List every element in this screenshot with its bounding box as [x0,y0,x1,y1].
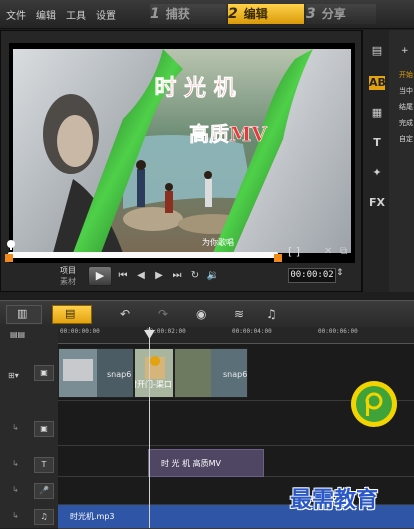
list-item[interactable]: 当中 [399,86,413,96]
voice-track-icon[interactable]: 🎤 [34,483,54,499]
ripple-edit-icon[interactable]: ⊞▾ [8,371,19,380]
playhead-marker[interactable] [144,330,155,339]
timeline-toolbar: ▥ ▤ ↶ ↷ ◉ ≋ ♫ [0,300,414,328]
timeline-ruler[interactable]: 00:00:00:00 00:00:02:00 00:00:04:00 00:0… [58,327,414,344]
step-label: 编辑 [243,7,268,21]
scrub-track[interactable] [8,252,278,258]
watermark-logo-icon [351,381,397,427]
clip-name: snap6 [107,370,132,379]
ruler-tick: 00:00:04:00 [232,328,272,335]
home-icon[interactable]: ⏮ [116,269,130,283]
timecode-stepper[interactable]: ⇕ [336,268,344,278]
library-panel: ▤ AB ▦ T ✦ FX 开始 当中 结尾 完成 自定 + [362,30,414,292]
repeat-icon[interactable]: ↻ [188,269,202,283]
auto-music-icon[interactable]: ♫ [266,307,277,321]
timecode-display[interactable]: 00:00:02 [288,268,336,283]
add-icon[interactable]: + [401,46,409,56]
step-edit-tab[interactable]: 2 编辑 [228,4,304,24]
list-item[interactable]: 完成 [399,118,413,128]
transition-icon[interactable]: AB [369,76,386,90]
menu-settings[interactable]: 设置 [96,7,116,22]
next-frame-icon[interactable]: ▶ [152,269,166,283]
fx-icon[interactable]: FX [369,196,385,210]
transition-name: 时开门-渠口 [135,380,172,389]
overlay-title-line1: 时 光 机 [154,75,235,101]
previous-frame-icon[interactable]: ◀ [134,269,148,283]
graphic-icon[interactable]: ✦ [369,166,385,180]
list-item[interactable]: 结尾 [399,102,413,112]
project-label[interactable]: 项目 [60,265,76,276]
watermark-text: 最需教育 [290,487,379,513]
clip-label[interactable]: 素材 [60,276,76,287]
track-toggle-icon[interactable]: ↳ [12,423,19,432]
preview-video[interactable]: 时 光 机 高质MV 为你歌唱 [13,49,351,253]
step-share-tab[interactable]: 3 分享 [306,4,376,24]
playhead-line[interactable] [149,327,150,528]
title-clip-text: 时 光 机 高质MV [161,459,222,468]
subtitle-text: 为你歌唱 [202,237,234,247]
timeline-view-button[interactable]: ▤ [52,305,92,324]
step-label: 捕获 [165,7,190,21]
scrub-head-marker[interactable] [6,240,16,250]
cut-icon[interactable]: ✕ [324,246,332,257]
title-clip[interactable]: 时 光 机 高质MV [148,449,264,477]
redo-icon[interactable]: ↷ [158,307,168,321]
menu-tools[interactable]: 工具 [66,7,86,22]
track-toggle-icon[interactable]: ↳ [12,511,19,520]
storyboard-view-button[interactable]: ▥ [6,305,42,324]
menu-edit[interactable]: 编辑 [36,7,56,22]
video-clip[interactable]: snap6 [58,348,134,398]
play-button[interactable]: ▶ [88,266,112,286]
track-toggle-icon[interactable]: ↳ [12,485,19,494]
record-capture-icon[interactable]: ◉ [196,307,206,321]
step-number: 2 [228,6,238,22]
filter-icon[interactable]: ▦ [369,106,385,120]
mark-in-handle[interactable] [5,254,13,262]
mark-in-out-brackets[interactable]: [ ] [288,245,300,258]
filmstrip-icon: ▥ [17,307,28,320]
step-number: 3 [306,6,316,22]
video-clip[interactable]: snap6 [174,348,248,398]
track-toggle-icon[interactable]: ↳ [12,459,19,468]
timeline-icon: ▤ [65,307,76,320]
step-label: 分享 [321,7,346,21]
library-tool-column: ▤ AB ▦ T ✦ FX [363,30,389,292]
title-track-icon[interactable]: T [34,457,54,473]
mark-out-handle[interactable] [274,254,282,262]
music-clip-name: 时光机.mp3 [70,512,115,521]
step-capture-tab[interactable]: 1 捕获 [150,4,226,24]
music-track-icon[interactable]: ♫ [34,509,54,525]
end-icon[interactable]: ⏭ [170,269,184,283]
undo-icon[interactable]: ↶ [120,307,130,321]
clip-name: snap6 [223,370,248,379]
menu-bar: 文件 编辑 工具 设置 1 捕获 2 编辑 3 分享 [0,0,414,29]
track-headers: ▤▤ ▣ ⊞▾ ▣ ↳ T ↳ 🎤 ↳ ♫ ↳ [0,327,59,528]
list-item[interactable]: 开始 [399,70,413,80]
overlay-title-line2: 高质MV [189,122,267,146]
list-item[interactable]: 自定 [399,134,413,144]
media-icon[interactable]: ▤ [369,44,385,58]
transport-controls: 项目 素材 ▶ ⏮ ◀ ▶ ⏭ ↻ 🔉 [60,263,290,287]
ruler-tick: 00:00:00:00 [60,328,100,335]
audio-mixer-icon[interactable]: ≋ [234,307,244,321]
ruler-tick: 00:00:06:00 [318,328,358,335]
enlarge-icon[interactable]: ⧉ [340,246,347,257]
transition-thumbnail [135,349,173,397]
step-number: 1 [150,6,160,22]
track-manager-icon[interactable]: ▤▤ [10,330,25,339]
title-icon[interactable]: T [369,136,385,150]
video-track-icon[interactable]: ▣ [34,365,54,381]
volume-icon[interactable]: 🔉 [206,269,220,283]
preview-scene-image: 时 光 机 高质MV 为你歌唱 [13,49,351,253]
transition-clip[interactable]: 时开门-渠口 [134,348,174,398]
menu-file[interactable]: 文件 [6,7,26,22]
overlay-track-icon[interactable]: ▣ [34,421,54,437]
preview-frame: 时 光 机 高质MV 为你歌唱 [9,43,355,263]
